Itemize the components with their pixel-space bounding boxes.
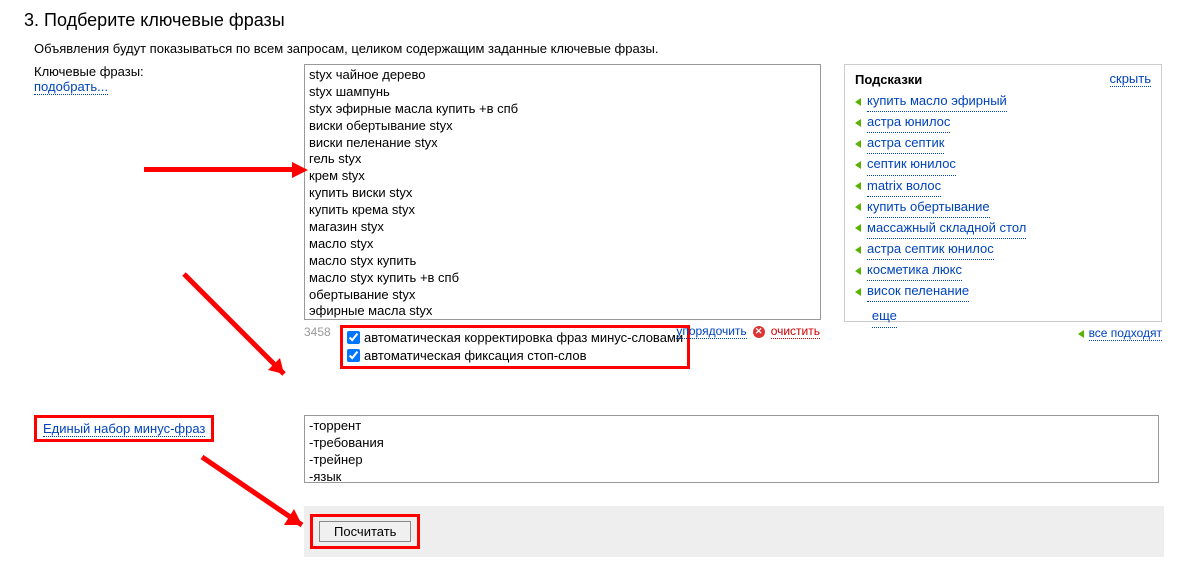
hint-link[interactable]: купить обертывание xyxy=(867,197,990,218)
hint-item[interactable]: косметика люкс xyxy=(855,260,1151,281)
hints-box: Подсказки скрыть купить масло эфирный ас… xyxy=(844,64,1162,322)
hint-item[interactable]: астра септик xyxy=(855,133,1151,154)
hint-link[interactable]: астра юнилос xyxy=(867,112,950,133)
hint-link[interactable]: висок пеленание xyxy=(867,281,969,302)
arrow-left-icon xyxy=(855,267,861,275)
keywords-textarea[interactable] xyxy=(304,64,821,320)
arrow-left-icon xyxy=(855,203,861,211)
arrow-left-icon xyxy=(855,140,861,148)
hints-title: Подсказки xyxy=(855,72,922,87)
arrow-left-icon xyxy=(855,246,861,254)
all-fit[interactable]: все подходят xyxy=(1078,326,1162,341)
hint-item[interactable]: купить масло эфирный xyxy=(855,91,1151,112)
annotation-arrow-icon xyxy=(174,264,304,397)
hint-link[interactable]: массажный складной стол xyxy=(867,218,1026,239)
hint-link[interactable]: косметика люкс xyxy=(867,260,962,281)
order-link[interactable]: упорядочить xyxy=(676,324,746,339)
hint-item[interactable]: астра юнилос xyxy=(855,112,1151,133)
hint-item[interactable]: астра септик юнилос xyxy=(855,239,1151,260)
arrow-left-icon xyxy=(855,182,861,190)
arrow-left-icon xyxy=(855,224,861,232)
auto-stop-checkbox[interactable] xyxy=(347,349,360,362)
more-hints[interactable]: еще xyxy=(855,306,1151,327)
calc-bar: Посчитать xyxy=(304,506,1164,557)
arrow-left-icon xyxy=(855,98,861,106)
hint-link[interactable]: купить масло эфирный xyxy=(867,91,1007,112)
calc-button[interactable]: Посчитать xyxy=(319,521,411,542)
keywords-label: Ключевые фразы: xyxy=(34,64,304,79)
hide-hints-link[interactable]: скрыть xyxy=(1110,71,1152,87)
arrow-left-icon xyxy=(855,119,861,127)
arrow-left-icon xyxy=(1078,330,1084,338)
minus-set-link[interactable]: Единый набор минус-фраз xyxy=(43,421,205,437)
arrow-left-icon xyxy=(855,161,861,169)
auto-stop-row[interactable]: автоматическая фиксация стоп-слов xyxy=(347,347,683,365)
hint-link[interactable]: астра септик xyxy=(867,133,944,154)
hint-item[interactable]: matrix волос xyxy=(855,176,1151,197)
page-subtitle: Объявления будут показываться по всем за… xyxy=(34,41,1176,56)
page-title: 3. Подберите ключевые фразы xyxy=(24,10,1176,31)
hint-item[interactable]: септик юнилос xyxy=(855,154,1151,175)
minus-set-box: Единый набор минус-фраз xyxy=(34,415,214,442)
hint-item[interactable]: купить обертывание xyxy=(855,197,1151,218)
auto-minus-checkbox[interactable] xyxy=(347,331,360,344)
auto-options-group: автоматическая корректировка фраз минус-… xyxy=(340,325,690,369)
all-fit-link[interactable]: все подходят xyxy=(1089,326,1162,341)
pick-link[interactable]: подобрать... xyxy=(34,79,108,95)
hint-link[interactable]: matrix волос xyxy=(867,176,941,197)
hint-item[interactable]: массажный складной стол xyxy=(855,218,1151,239)
more-hints-link[interactable]: еще xyxy=(872,306,897,327)
auto-stop-label: автоматическая фиксация стоп-слов xyxy=(364,347,587,365)
calc-box: Посчитать xyxy=(310,514,420,549)
hint-link[interactable]: септик юнилос xyxy=(867,154,956,175)
minus-textarea[interactable] xyxy=(304,415,1159,483)
arrow-left-icon xyxy=(855,288,861,296)
auto-minus-label: автоматическая корректировка фраз минус-… xyxy=(364,329,683,347)
hint-link[interactable]: астра септик юнилос xyxy=(867,239,994,260)
clear-icon[interactable]: ✕ xyxy=(753,326,765,338)
hint-item[interactable]: висок пеленание xyxy=(855,281,1151,302)
clear-link[interactable]: очистить xyxy=(771,324,820,339)
auto-minus-row[interactable]: автоматическая корректировка фраз минус-… xyxy=(347,329,683,347)
char-count: 3458 xyxy=(304,325,340,339)
